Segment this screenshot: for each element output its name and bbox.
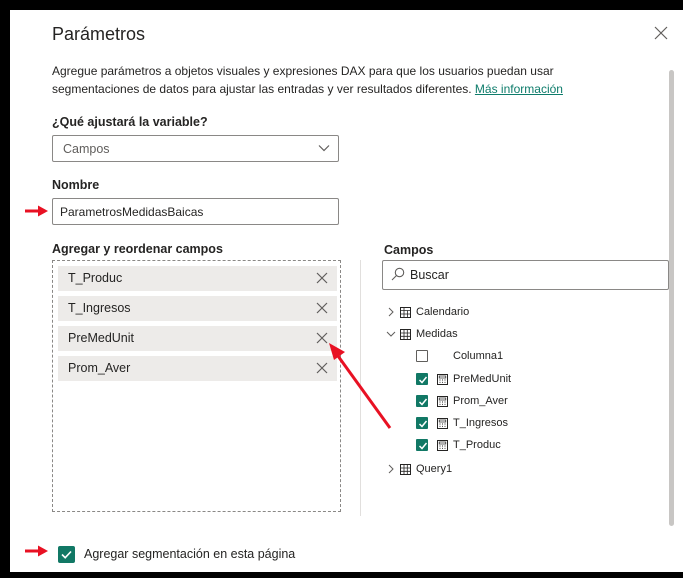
checkmark-icon xyxy=(61,550,72,559)
tree-table-medidas[interactable]: Medidas xyxy=(386,324,458,344)
field-pill[interactable]: Prom_Aver xyxy=(58,356,337,381)
calendar-table-icon xyxy=(400,306,411,318)
tree-item-columna1[interactable]: Columna1 xyxy=(416,346,503,366)
field-pill-label: T_Ingresos xyxy=(68,301,131,315)
close-icon[interactable] xyxy=(652,24,670,42)
search-icon xyxy=(391,267,405,281)
name-field[interactable]: ParametrosMedidasBaicas xyxy=(52,198,339,225)
field-pill[interactable]: T_Ingresos xyxy=(58,296,337,321)
selected-fields-list[interactable]: T_Produc T_Ingresos PreMedUnit Prom_Aver xyxy=(52,260,341,512)
chevron-down-icon[interactable] xyxy=(386,329,396,339)
premedunit-checkbox[interactable] xyxy=(416,373,428,385)
name-label: Nombre xyxy=(52,178,100,192)
tree-table-label: Medidas xyxy=(416,328,458,340)
annotation-arrow-icon xyxy=(25,545,48,557)
calculator-icon xyxy=(437,373,448,385)
chevron-right-icon[interactable] xyxy=(386,464,396,474)
variable-label: ¿Qué ajustará la variable? xyxy=(52,115,208,129)
tree-item-label: T_Produc xyxy=(453,439,501,451)
tree-item-t-produc[interactable]: T_Produc xyxy=(416,435,501,455)
tree-item-label: Prom_Aver xyxy=(453,395,508,407)
parameters-dialog: Parámetros Agregue parámetros a objetos … xyxy=(10,10,683,572)
fields-search-input[interactable]: Buscar xyxy=(382,260,669,290)
t-ingresos-checkbox[interactable] xyxy=(416,417,428,429)
variable-select[interactable]: Campos xyxy=(52,135,339,162)
more-info-link[interactable]: Más información xyxy=(475,82,563,96)
tree-table-label: Query1 xyxy=(416,463,453,475)
variable-selected-value: Campos xyxy=(63,142,110,156)
tree-table-query1[interactable]: Query1 xyxy=(386,459,452,479)
add-slicer-label: Agregar segmentación en esta página xyxy=(84,547,296,561)
chevron-down-icon xyxy=(318,145,330,152)
annotation-arrow-icon xyxy=(329,343,392,429)
remove-icon[interactable] xyxy=(315,301,329,315)
vertical-scrollbar[interactable] xyxy=(669,70,674,526)
add-slicer-checkbox[interactable] xyxy=(58,546,75,563)
tree-item-label: PreMedUnit xyxy=(453,373,512,385)
dialog-title: Parámetros xyxy=(52,24,146,44)
tree-item-label: Columna1 xyxy=(453,350,504,362)
table-icon xyxy=(400,328,411,340)
annotation-arrow-icon xyxy=(25,205,48,217)
calculator-icon xyxy=(437,439,448,451)
prom-aver-checkbox[interactable] xyxy=(416,395,428,407)
search-placeholder: Buscar xyxy=(410,268,449,282)
chevron-right-icon[interactable] xyxy=(386,307,396,317)
field-pill[interactable]: T_Produc xyxy=(58,266,337,291)
tree-table-label: Calendario xyxy=(416,306,470,318)
columna1-checkbox[interactable] xyxy=(416,350,428,362)
tree-item-t-ingresos[interactable]: T_Ingresos xyxy=(416,413,508,433)
add-fields-label: Agregar y reordenar campos xyxy=(52,242,223,256)
remove-icon[interactable] xyxy=(315,271,329,285)
tree-item-premedunit[interactable]: PreMedUnit xyxy=(416,369,511,389)
field-pill-label: Prom_Aver xyxy=(68,361,131,375)
dialog-description: Agregue parámetros a objetos visuales y … xyxy=(52,62,612,98)
calculator-icon xyxy=(437,395,448,407)
t-produc-checkbox[interactable] xyxy=(416,439,428,451)
tree-item-label: T_Ingresos xyxy=(453,417,509,429)
field-pill[interactable]: PreMedUnit xyxy=(58,326,337,351)
field-pill-label: T_Produc xyxy=(68,271,123,285)
table-icon xyxy=(400,463,411,475)
fields-panel-label: Campos xyxy=(384,243,434,257)
tree-table-calendario[interactable]: Calendario xyxy=(386,302,469,322)
field-pill-label: PreMedUnit xyxy=(68,331,134,345)
tree-item-prom-aver[interactable]: Prom_Aver xyxy=(416,391,508,411)
calculator-icon xyxy=(437,417,448,429)
